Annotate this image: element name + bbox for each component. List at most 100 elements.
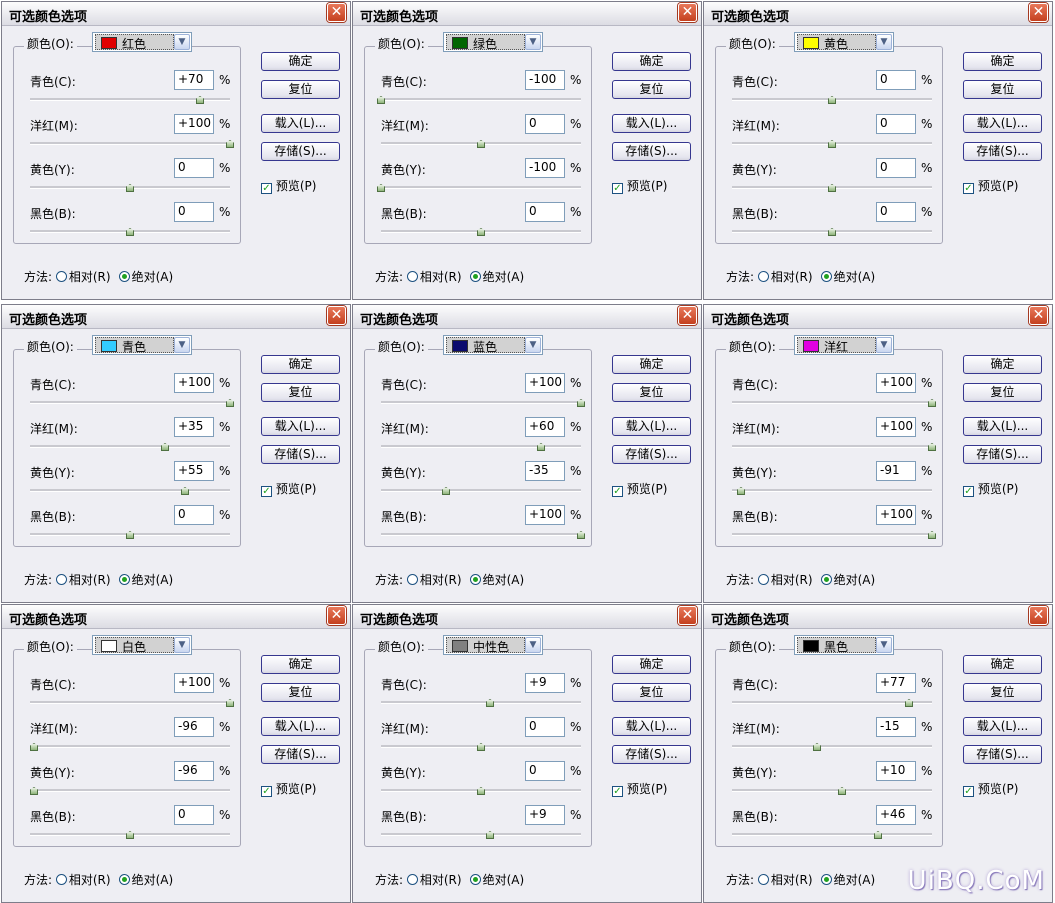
color-select[interactable]: 蓝色 ▼	[443, 335, 543, 355]
close-button[interactable]: ✕	[678, 606, 697, 625]
reset-button[interactable]: 复位	[261, 683, 340, 702]
magenta-value-input[interactable]: 0	[876, 114, 916, 134]
load-button[interactable]: 载入(L)...	[261, 114, 340, 133]
cyan-slider-track[interactable]	[732, 401, 932, 404]
chevron-down-icon[interactable]: ▼	[174, 34, 190, 50]
close-button[interactable]: ✕	[327, 606, 346, 625]
save-button[interactable]: 存储(S)...	[612, 745, 691, 764]
chevron-down-icon[interactable]: ▼	[174, 637, 190, 653]
reset-button[interactable]: 复位	[612, 683, 691, 702]
magenta-value-input[interactable]: 0	[525, 114, 565, 134]
reset-button[interactable]: 复位	[612, 80, 691, 99]
magenta-slider-track[interactable]	[30, 445, 230, 448]
color-select[interactable]: 黄色 ▼	[794, 32, 894, 52]
preview-checkbox-row[interactable]: ✓ 预览(P)	[963, 177, 1018, 194]
black-value-input[interactable]: 0	[174, 202, 214, 222]
title-bar[interactable]: 可选颜色选项 ✕	[704, 305, 1052, 329]
cyan-value-input[interactable]: +100	[525, 373, 565, 393]
title-bar[interactable]: 可选颜色选项 ✕	[353, 2, 701, 26]
chevron-down-icon[interactable]: ▼	[876, 34, 892, 50]
save-button[interactable]: 存储(S)...	[963, 445, 1042, 464]
title-bar[interactable]: 可选颜色选项 ✕	[2, 2, 350, 26]
save-button[interactable]: 存储(S)...	[612, 445, 691, 464]
reset-button[interactable]: 复位	[963, 80, 1042, 99]
cyan-slider-track[interactable]	[381, 701, 581, 704]
color-select[interactable]: 青色 ▼	[92, 335, 192, 355]
close-button[interactable]: ✕	[678, 306, 697, 325]
save-button[interactable]: 存储(S)...	[261, 745, 340, 764]
yellow-value-input[interactable]: 0	[525, 761, 565, 781]
save-button[interactable]: 存储(S)...	[261, 445, 340, 464]
ok-button[interactable]: 确定	[261, 52, 340, 71]
title-bar[interactable]: 可选颜色选项 ✕	[353, 305, 701, 329]
yellow-value-input[interactable]: -91	[876, 461, 916, 481]
magenta-value-input[interactable]: +60	[525, 417, 565, 437]
title-bar[interactable]: 可选颜色选项 ✕	[704, 2, 1052, 26]
relative-radio[interactable]	[757, 574, 769, 585]
magenta-slider-track[interactable]	[732, 445, 932, 448]
title-bar[interactable]: 可选颜色选项 ✕	[704, 605, 1052, 629]
black-value-input[interactable]: 0	[174, 805, 214, 825]
reset-button[interactable]: 复位	[261, 383, 340, 402]
yellow-value-input[interactable]: -100	[525, 158, 565, 178]
load-button[interactable]: 载入(L)...	[963, 114, 1042, 133]
preview-checkbox-row[interactable]: ✓ 预览(P)	[963, 480, 1018, 497]
relative-radio[interactable]	[757, 874, 769, 885]
close-button[interactable]: ✕	[327, 306, 346, 325]
color-select[interactable]: 白色 ▼	[92, 635, 192, 655]
preview-checkbox[interactable]: ✓	[261, 486, 272, 497]
preview-checkbox[interactable]: ✓	[963, 486, 974, 497]
reset-button[interactable]: 复位	[261, 80, 340, 99]
chevron-down-icon[interactable]: ▼	[525, 34, 541, 50]
preview-checkbox[interactable]: ✓	[612, 486, 623, 497]
cyan-value-input[interactable]: +100	[876, 373, 916, 393]
chevron-down-icon[interactable]: ▼	[876, 637, 892, 653]
relative-radio[interactable]	[406, 271, 418, 282]
chevron-down-icon[interactable]: ▼	[525, 637, 541, 653]
cyan-value-input[interactable]: +77	[876, 673, 916, 693]
yellow-value-input[interactable]: -35	[525, 461, 565, 481]
cyan-slider-track[interactable]	[381, 401, 581, 404]
yellow-value-input[interactable]: +55	[174, 461, 214, 481]
load-button[interactable]: 载入(L)...	[612, 717, 691, 736]
relative-radio[interactable]	[55, 271, 67, 282]
relative-radio[interactable]	[406, 874, 418, 885]
color-select[interactable]: 黑色 ▼	[794, 635, 894, 655]
close-button[interactable]: ✕	[1029, 3, 1048, 22]
absolute-radio[interactable]	[118, 271, 130, 282]
cyan-slider-track[interactable]	[381, 98, 581, 101]
save-button[interactable]: 存储(S)...	[261, 142, 340, 161]
load-button[interactable]: 载入(L)...	[963, 717, 1042, 736]
close-button[interactable]: ✕	[1029, 306, 1048, 325]
yellow-slider-track[interactable]	[381, 186, 581, 189]
preview-checkbox-row[interactable]: ✓ 预览(P)	[612, 177, 667, 194]
close-button[interactable]: ✕	[327, 3, 346, 22]
load-button[interactable]: 载入(L)...	[612, 417, 691, 436]
black-value-input[interactable]: 0	[525, 202, 565, 222]
yellow-value-input[interactable]: -96	[174, 761, 214, 781]
ok-button[interactable]: 确定	[612, 355, 691, 374]
preview-checkbox-row[interactable]: ✓ 预览(P)	[261, 780, 316, 797]
preview-checkbox-row[interactable]: ✓ 预览(P)	[261, 480, 316, 497]
magenta-value-input[interactable]: +100	[174, 114, 214, 134]
preview-checkbox-row[interactable]: ✓ 预览(P)	[261, 177, 316, 194]
cyan-value-input[interactable]: +100	[174, 373, 214, 393]
load-button[interactable]: 载入(L)...	[612, 114, 691, 133]
ok-button[interactable]: 确定	[612, 655, 691, 674]
ok-button[interactable]: 确定	[261, 655, 340, 674]
color-select[interactable]: 中性色 ▼	[443, 635, 543, 655]
yellow-slider-track[interactable]	[732, 489, 932, 492]
preview-checkbox[interactable]: ✓	[612, 786, 623, 797]
absolute-radio[interactable]	[118, 574, 130, 585]
relative-radio[interactable]	[757, 271, 769, 282]
chevron-down-icon[interactable]: ▼	[876, 337, 892, 353]
load-button[interactable]: 载入(L)...	[963, 417, 1042, 436]
chevron-down-icon[interactable]: ▼	[174, 337, 190, 353]
ok-button[interactable]: 确定	[963, 52, 1042, 71]
black-slider-track[interactable]	[732, 533, 932, 536]
yellow-value-input[interactable]: 0	[174, 158, 214, 178]
preview-checkbox-row[interactable]: ✓ 预览(P)	[963, 780, 1018, 797]
cyan-value-input[interactable]: 0	[876, 70, 916, 90]
absolute-radio[interactable]	[118, 874, 130, 885]
title-bar[interactable]: 可选颜色选项 ✕	[2, 305, 350, 329]
